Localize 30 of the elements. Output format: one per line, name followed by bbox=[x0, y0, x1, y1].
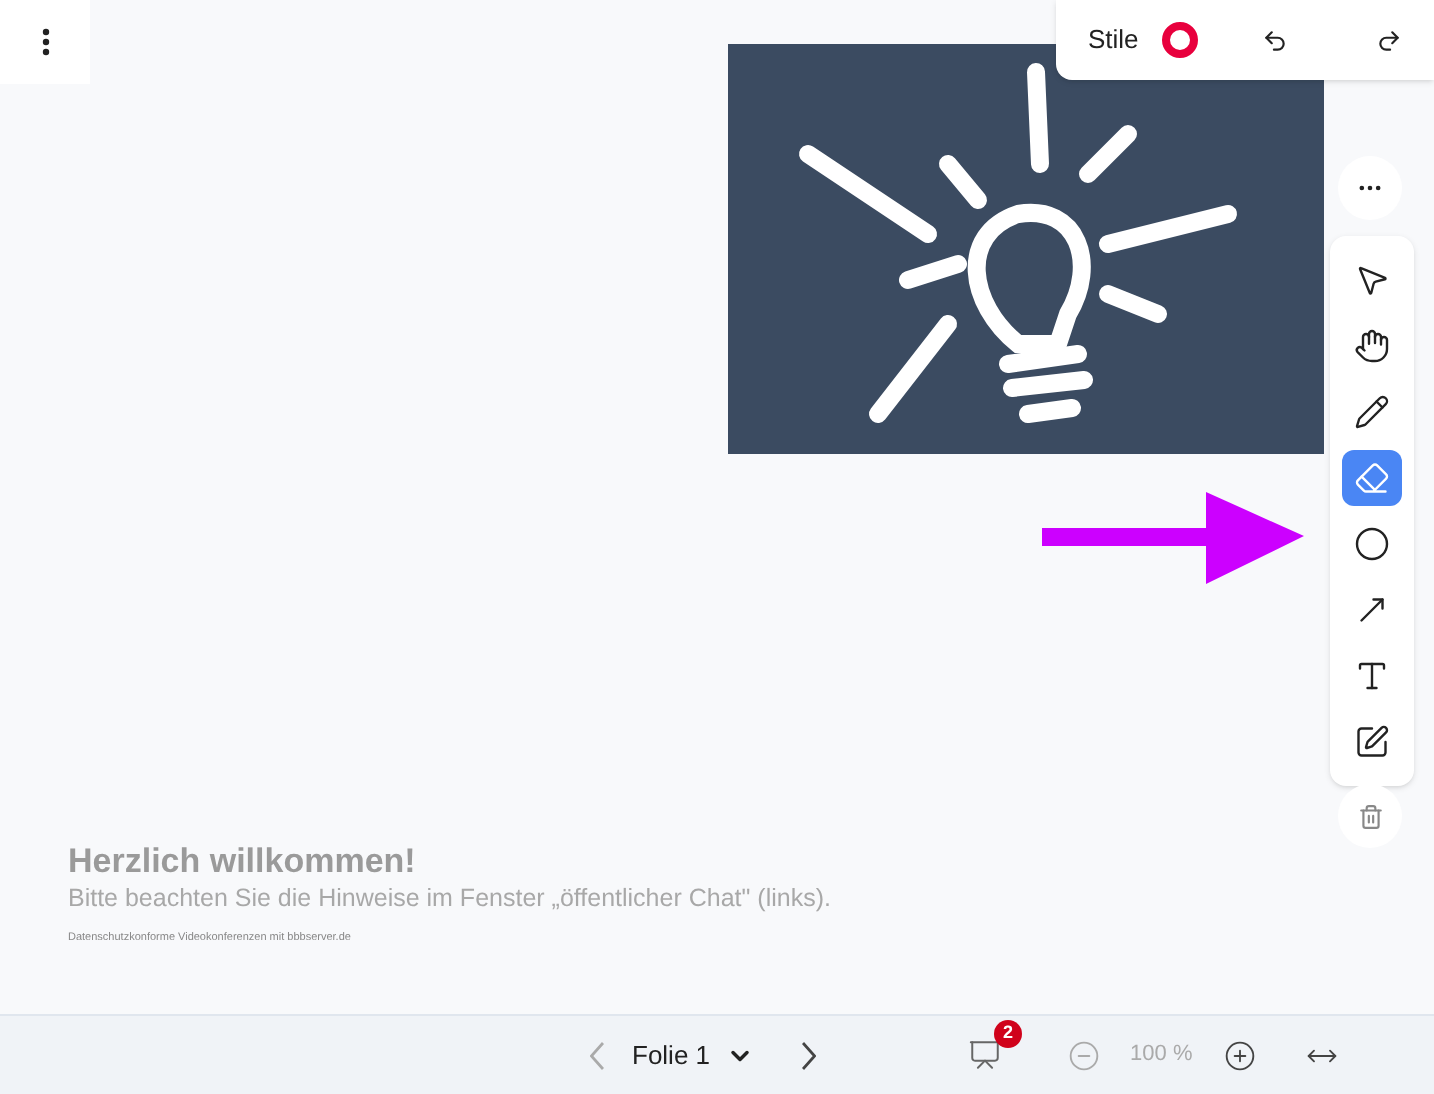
trash-icon bbox=[1357, 803, 1383, 829]
pointer-icon bbox=[1354, 262, 1390, 298]
chevron-left-icon bbox=[590, 1041, 604, 1069]
presentation-icon bbox=[968, 1038, 1003, 1072]
undo-button[interactable] bbox=[1262, 27, 1288, 53]
arrow-icon bbox=[1354, 592, 1390, 628]
welcome-title: Herzlich willkommen! bbox=[68, 842, 418, 882]
text-icon bbox=[1354, 658, 1390, 694]
presentations-button[interactable] bbox=[968, 1038, 1003, 1072]
notification-badge: 2 bbox=[994, 1020, 1023, 1048]
zoom-out-icon bbox=[1068, 1039, 1101, 1071]
circle-icon bbox=[1354, 526, 1390, 562]
menu-icon bbox=[41, 28, 49, 56]
zoom-in-icon bbox=[1224, 1039, 1257, 1071]
zoom-level: 100 % bbox=[1130, 1040, 1193, 1071]
slide-selector[interactable]: Folie 1 bbox=[632, 1035, 755, 1075]
redo-icon bbox=[1376, 27, 1402, 53]
styles-label[interactable]: Stile bbox=[1088, 20, 1139, 60]
zoom-in-button[interactable] bbox=[1224, 1039, 1257, 1071]
eraser-icon bbox=[1354, 460, 1390, 496]
welcome-text: Bitte beachten Sie die Hinweise im Fenster „öffentlicher Chat" (links). bbox=[68, 882, 831, 914]
pencil-icon bbox=[1354, 394, 1390, 430]
next-button[interactable] bbox=[802, 1041, 817, 1069]
note-icon bbox=[1354, 724, 1390, 760]
delete-button[interactable] bbox=[1338, 784, 1402, 848]
redo-button[interactable] bbox=[1376, 27, 1402, 53]
color-swatch[interactable] bbox=[1162, 22, 1199, 58]
hand-icon bbox=[1354, 328, 1390, 364]
undo-icon bbox=[1262, 27, 1288, 53]
chevron-right-icon bbox=[802, 1041, 817, 1069]
